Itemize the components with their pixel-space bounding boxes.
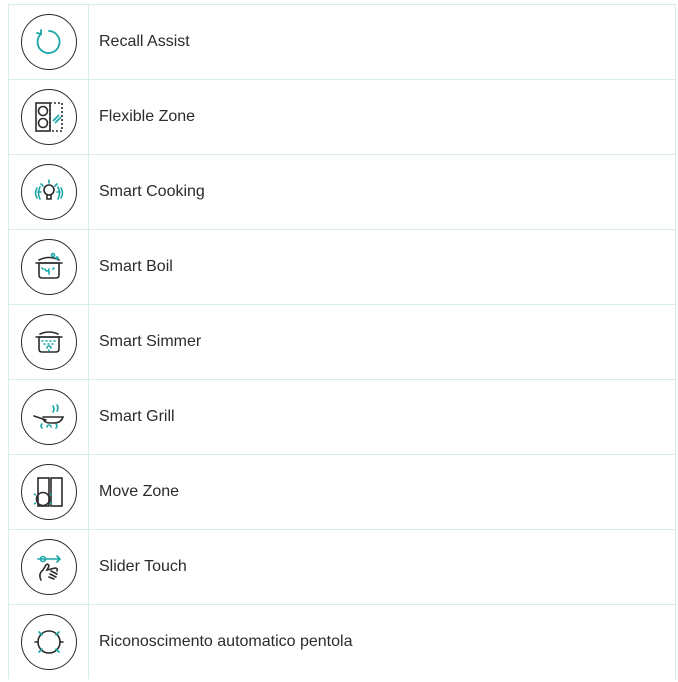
feature-label: Smart Boil bbox=[99, 258, 173, 275]
feature-row: Move Zone bbox=[9, 454, 675, 529]
smart-cooking-icon bbox=[20, 164, 77, 220]
feature-row: Riconoscimento automatico pentola bbox=[9, 604, 675, 679]
feature-row: Smart Boil bbox=[9, 229, 675, 304]
feature-row: Smart Cooking bbox=[9, 154, 675, 229]
feature-label: Smart Cooking bbox=[99, 183, 205, 200]
feature-label: Move Zone bbox=[99, 483, 180, 500]
flexible-zone-icon bbox=[20, 89, 77, 145]
recall-icon bbox=[20, 14, 77, 70]
feature-label: Smart Simmer bbox=[99, 333, 202, 350]
feature-row: Flexible Zone bbox=[9, 79, 675, 154]
feature-row: Recall Assist bbox=[9, 4, 675, 79]
smart-simmer-icon bbox=[20, 314, 77, 370]
feature-table: Recall Assist Flexible Zone Smart Cookin… bbox=[8, 4, 676, 679]
feature-row: Smart Grill bbox=[9, 379, 675, 454]
feature-label: Smart Grill bbox=[99, 408, 175, 425]
smart-boil-icon bbox=[20, 239, 77, 295]
move-zone-icon bbox=[20, 464, 77, 520]
smart-grill-icon bbox=[20, 389, 77, 445]
feature-label: Slider Touch bbox=[99, 558, 187, 575]
slider-touch-icon bbox=[20, 539, 77, 595]
feature-label: Flexible Zone bbox=[99, 108, 196, 125]
feature-row: Smart Simmer bbox=[9, 304, 675, 379]
feature-row: Slider Touch bbox=[9, 529, 675, 604]
feature-label: Riconoscimento automatico pentola bbox=[99, 633, 353, 650]
pot-detection-icon bbox=[20, 614, 77, 670]
feature-label: Recall Assist bbox=[99, 33, 190, 50]
